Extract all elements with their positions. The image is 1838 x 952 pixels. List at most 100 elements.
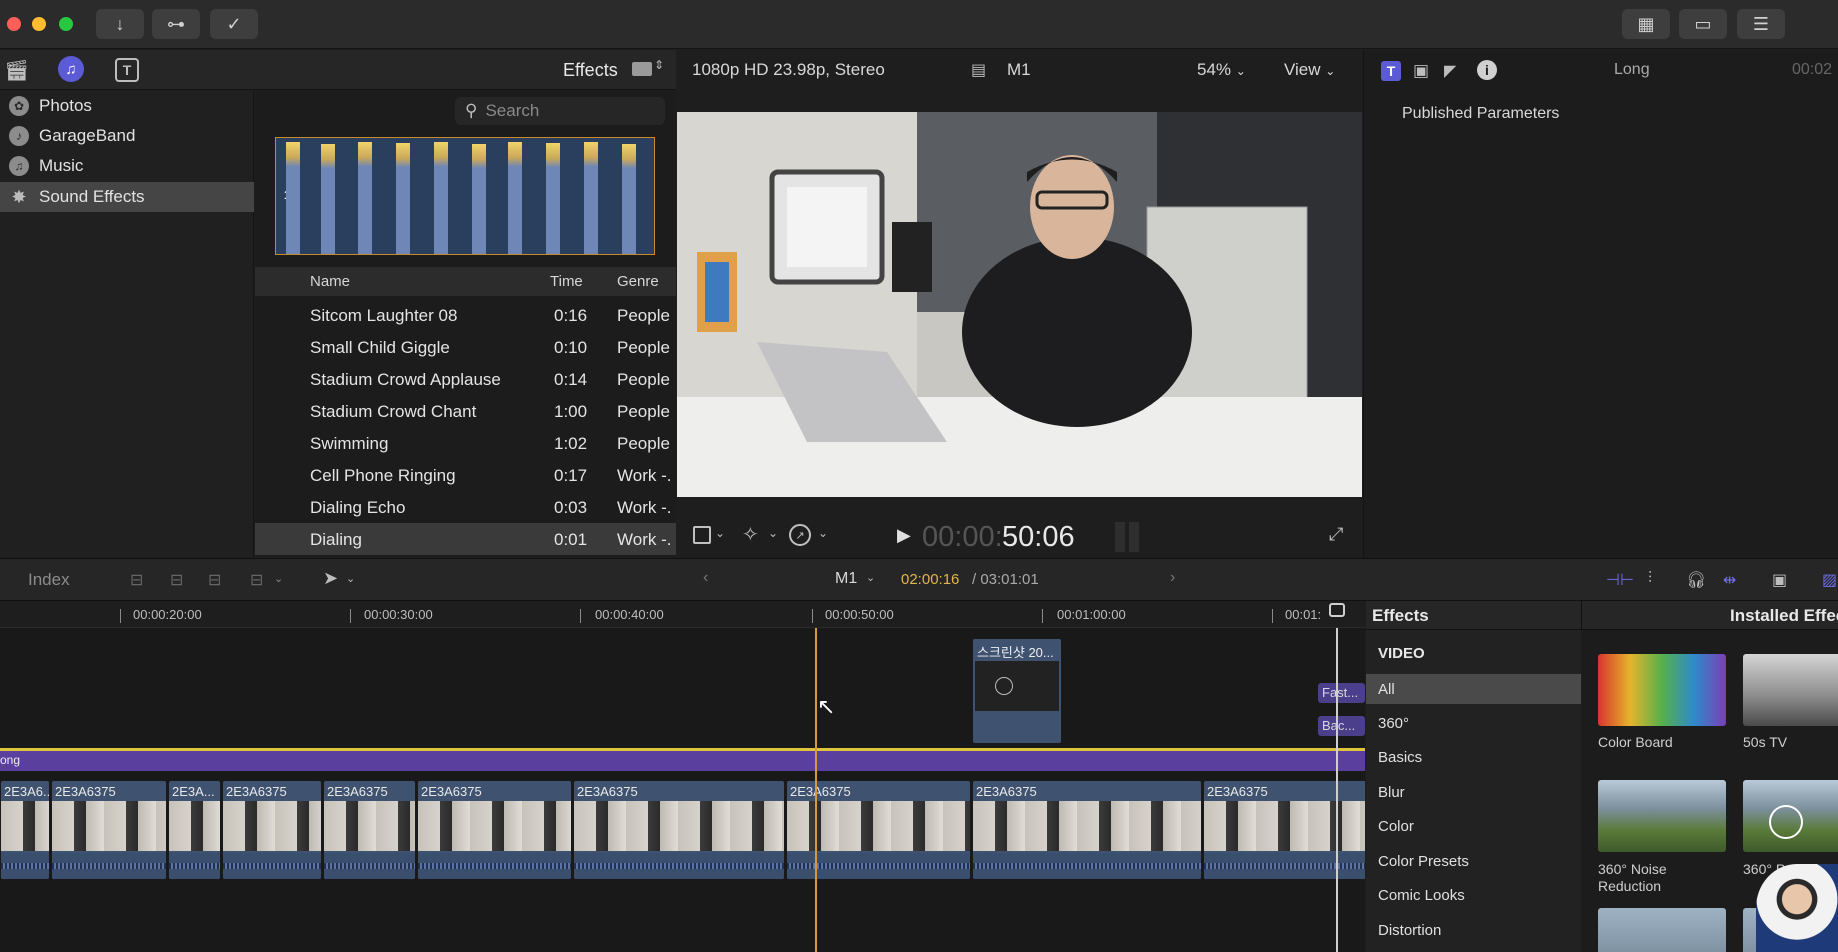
chevron-down-icon[interactable]: ⌄ <box>715 526 725 540</box>
video-clip[interactable]: 2E3A... <box>168 780 221 880</box>
effect-thumbnail-360-patch[interactable] <box>1743 780 1838 852</box>
back-icon[interactable]: ‹ <box>703 569 708 587</box>
sidebar-item-photos[interactable]: ✿ Photos <box>0 91 254 121</box>
timeline-toggle-button[interactable]: ▭ <box>1679 9 1727 39</box>
select-tool-icon[interactable]: ➤ <box>323 568 338 589</box>
headphones-icon[interactable]: 🎧︎ <box>1686 570 1706 590</box>
view-menu[interactable]: View ⌄ <box>1284 60 1335 80</box>
title-clip[interactable]: Bac... <box>1318 716 1365 736</box>
fullscreen-icon[interactable]: ⤢ <box>1329 524 1343 545</box>
category-color[interactable]: Color <box>1366 811 1581 841</box>
search-input[interactable]: ⚲ Search <box>455 97 665 125</box>
table-row[interactable]: Stadium Crowd Applause 0:14 People <box>255 363 676 395</box>
transform-icon[interactable] <box>693 526 711 544</box>
audio-lane[interactable]: ong <box>0 751 1365 771</box>
timeline-project-name[interactable]: M1 <box>835 570 857 588</box>
chevron-down-icon: ⌄ <box>1325 64 1336 78</box>
music-notes-icon[interactable]: ♫ <box>58 56 84 82</box>
column-name-header[interactable]: Name <box>310 273 350 290</box>
chevron-down-icon[interactable]: ⌄ <box>274 572 283 585</box>
effect-thumbnail[interactable] <box>1598 908 1726 952</box>
row-genre: Work -. <box>617 498 672 517</box>
skimmer[interactable] <box>1336 628 1338 952</box>
column-time-header[interactable]: Time <box>550 273 583 290</box>
category-all[interactable]: All <box>1366 674 1581 704</box>
skimming-icon[interactable]: ⊣⊢ <box>1606 570 1634 590</box>
minimize-window-button[interactable] <box>32 17 46 31</box>
category-distortion[interactable]: Distortion <box>1366 915 1581 945</box>
zoom-dropdown[interactable]: 54% ⌄ <box>1197 60 1246 80</box>
magic-wand-icon[interactable]: ✧ <box>742 522 759 547</box>
video-viewer[interactable] <box>677 112 1362 497</box>
snapping-icon[interactable]: ⇹ <box>1723 570 1736 590</box>
forward-icon[interactable]: › <box>1170 569 1175 587</box>
chevron-down-icon[interactable]: ⌄ <box>818 526 828 540</box>
sidebar-item-sound-effects[interactable]: ✸ Sound Effects <box>0 182 254 212</box>
table-row[interactable]: Dialing Echo 0:03 Work -. <box>255 491 676 523</box>
category-blur[interactable]: Blur <box>1366 777 1581 807</box>
video-clip[interactable]: 2E3A6375 <box>786 780 971 880</box>
inspector-toggle-button[interactable]: ☰ <box>1737 9 1785 39</box>
play-icon[interactable]: ▶ <box>897 525 911 546</box>
folder-icon[interactable] <box>632 62 652 76</box>
zoom-window-button[interactable] <box>59 17 73 31</box>
keywords-button[interactable]: ⊶ <box>152 9 200 39</box>
title-clip[interactable]: Fast... <box>1318 683 1365 703</box>
category-360[interactable]: 360° <box>1366 708 1581 738</box>
video-clip[interactable]: 2E3A6375 <box>972 780 1202 880</box>
waveform-preview[interactable]: 1s <box>275 137 655 255</box>
video-clip[interactable]: 2E3A6375 <box>222 780 322 880</box>
chevron-updown-icon[interactable]: ⇕ <box>654 58 664 72</box>
clip-thumbnail <box>574 801 784 851</box>
speedometer-icon[interactable]: ↗ <box>789 524 811 546</box>
effect-thumbnail-50s-tv[interactable] <box>1743 654 1838 726</box>
effects-browser-icon[interactable]: ▨ <box>1822 570 1837 590</box>
table-row[interactable]: Small Child Giggle 0:10 People <box>255 331 676 363</box>
video-clip[interactable]: 2E3A6375 <box>323 780 416 880</box>
table-row[interactable]: Cell Phone Ringing 0:17 Work -. <box>255 459 676 491</box>
video-clip[interactable]: 2E3A6375 <box>417 780 572 880</box>
index-button[interactable]: Index <box>28 570 70 590</box>
color-inspector-tab[interactable]: ◤ <box>1444 61 1456 81</box>
video-clip[interactable]: 2E3A6... <box>0 780 50 880</box>
titles-icon[interactable]: T <box>115 58 139 82</box>
chevron-down-icon[interactable]: ⌄ <box>346 572 355 585</box>
effect-thumbnail-color-board[interactable] <box>1598 654 1726 726</box>
playhead[interactable] <box>815 628 817 952</box>
title-inspector-tab[interactable]: T <box>1381 61 1401 81</box>
category-basics[interactable]: Basics <box>1366 742 1581 772</box>
effect-thumbnail-360-noise-reduction[interactable] <box>1598 780 1726 852</box>
chevron-down-icon[interactable]: ⌄ <box>866 571 875 584</box>
connected-clip[interactable]: 스크린샷 20... <box>972 638 1062 744</box>
category-color-presets[interactable]: Color Presets <box>1366 846 1581 876</box>
effects-categories: VIDEO All 360° Basics Blur Color Color P… <box>1366 630 1581 952</box>
append-clip-icon[interactable]: ⊟ <box>208 570 221 590</box>
close-window-button[interactable] <box>7 17 21 31</box>
timeline[interactable]: 스크린샷 20... Fast... Bac... ong 2E3A6... 2… <box>0 628 1365 952</box>
skimmer-handle[interactable] <box>1329 603 1345 617</box>
import-button[interactable]: ↓ <box>96 9 144 39</box>
table-row[interactable]: Stadium Crowd Chant 1:00 People <box>255 395 676 427</box>
timeline-ruler[interactable]: 00:00:20:00 00:00:30:00 00:00:40:00 00:0… <box>0 601 1365 628</box>
browser-toggle-button[interactable]: ▦ <box>1622 9 1670 39</box>
table-row[interactable]: Sitcom Laughter 08 0:16 People <box>255 299 676 331</box>
table-row[interactable]: Swimming 1:02 People <box>255 427 676 459</box>
clapper-icon[interactable]: 🎬︎ <box>4 58 29 83</box>
video-inspector-tab[interactable]: ▣ <box>1413 61 1429 81</box>
insert-clip-icon[interactable]: ⊟ <box>170 570 183 590</box>
sidebar-item-music[interactable]: ♫ Music <box>0 151 254 181</box>
connect-clip-icon[interactable]: ⊟ <box>130 570 143 590</box>
table-row-selected[interactable]: Dialing 0:01 Work -. <box>255 523 676 555</box>
sidebar-item-garageband[interactable]: ♪ GarageBand <box>0 121 254 151</box>
category-comic-looks[interactable]: Comic Looks <box>1366 880 1581 910</box>
chevron-down-icon[interactable]: ⌄ <box>768 526 778 540</box>
clip-appearance-icon[interactable]: ▣ <box>1772 570 1787 590</box>
overwrite-clip-icon[interactable]: ⊟ <box>250 570 263 590</box>
column-genre-header[interactable]: Genre <box>617 273 659 290</box>
audio-skimming-icon[interactable]: ⫶ <box>1648 570 1652 588</box>
video-clip[interactable]: 2E3A6375 <box>51 780 167 880</box>
info-icon[interactable]: i <box>1477 60 1497 80</box>
video-clip[interactable]: 2E3A6375 <box>573 780 785 880</box>
background-tasks-button[interactable]: ✓ <box>210 9 258 39</box>
video-clip[interactable]: 2E3A6375 <box>1203 780 1365 880</box>
